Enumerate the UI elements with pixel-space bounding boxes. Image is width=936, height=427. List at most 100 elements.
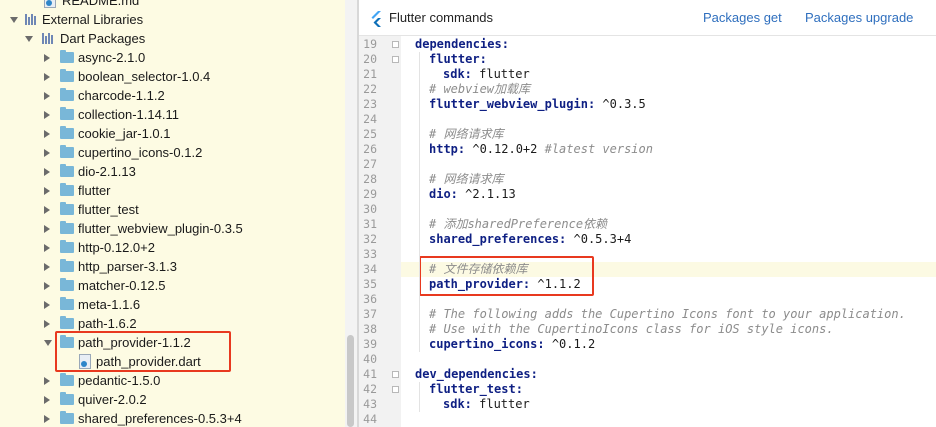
folder-icon — [60, 259, 74, 272]
yaml-value: ^0.1.2 — [544, 337, 596, 351]
code-line[interactable]: shared_preferences: ^0.5.3+4 — [401, 232, 936, 247]
tree-item-package-6[interactable]: cupertino_icons-0.1.2 — [0, 143, 345, 162]
code-line[interactable]: dependencies: — [401, 37, 936, 52]
expand-arrow-right-icon[interactable] — [44, 54, 50, 62]
code-line[interactable]: dev_dependencies: — [401, 367, 936, 382]
code-line[interactable] — [401, 352, 936, 367]
packages-upgrade-link[interactable]: Packages upgrade — [805, 10, 913, 25]
code-line[interactable]: # The following adds the Cupertino Icons… — [401, 307, 936, 322]
expand-arrow-right-icon[interactable] — [44, 263, 50, 271]
expand-arrow-right-icon[interactable] — [44, 130, 50, 138]
fold-toggle-icon[interactable] — [392, 386, 399, 393]
expand-arrow-right-icon[interactable] — [44, 225, 50, 233]
tree-item-package-7[interactable]: dio-2.1.13 — [0, 162, 345, 181]
folder-icon — [60, 50, 74, 63]
code-line[interactable] — [401, 202, 936, 217]
tree-item-package-20[interactable]: shared_preferences-0.5.3+4 — [0, 409, 345, 427]
code-line[interactable]: flutter: — [401, 52, 936, 67]
yaml-comment: # Use with the CupertinoIcons class for … — [429, 322, 834, 336]
tree-item-label: quiver-2.0.2 — [78, 392, 147, 407]
expand-arrow-right-icon[interactable] — [44, 149, 50, 157]
tree-item-readme[interactable]: README.md — [0, 0, 345, 10]
tree-item-label: flutter_webview_plugin-0.3.5 — [78, 221, 243, 236]
tree-item-package-5[interactable]: cookie_jar-1.0.1 — [0, 124, 345, 143]
tree-item-package-10[interactable]: flutter_webview_plugin-0.3.5 — [0, 219, 345, 238]
code-line[interactable]: sdk: flutter — [401, 67, 936, 82]
fold-toggle-icon[interactable] — [392, 371, 399, 378]
expand-arrow-right-icon[interactable] — [44, 73, 50, 81]
yaml-value: ^0.5.3+4 — [566, 232, 632, 246]
line-number: 39 — [363, 337, 377, 351]
folder-icon — [60, 126, 74, 139]
yaml-value: flutter — [471, 67, 530, 81]
tree-item-label: charcode-1.1.2 — [78, 88, 165, 103]
tree-item-dart-packages[interactable]: Dart Packages — [0, 29, 345, 48]
code-line[interactable]: # 网络请求库 — [401, 127, 936, 142]
tree-item-label: http-0.12.0+2 — [78, 240, 155, 255]
expand-arrow-down-icon[interactable] — [44, 340, 52, 346]
tree-item-package-11[interactable]: http-0.12.0+2 — [0, 238, 345, 257]
tree-item-label: README.md — [62, 0, 140, 8]
tree-item-package-8[interactable]: flutter — [0, 181, 345, 200]
expand-arrow-right-icon[interactable] — [44, 415, 50, 423]
code-line[interactable]: # Use with the CupertinoIcons class for … — [401, 322, 936, 337]
code-line[interactable]: cupertino_icons: ^0.1.2 — [401, 337, 936, 352]
code-line[interactable]: # 网络请求库 — [401, 172, 936, 187]
expand-arrow-right-icon[interactable] — [44, 244, 50, 252]
code-line[interactable]: flutter_webview_plugin: ^0.3.5 — [401, 97, 936, 112]
code-line[interactable] — [401, 412, 936, 427]
code-line[interactable] — [401, 112, 936, 127]
expand-arrow-right-icon[interactable] — [44, 320, 50, 328]
tree-item-label: flutter_test — [78, 202, 139, 217]
yaml-value: ^0.3.5 — [595, 97, 646, 111]
expand-arrow-right-icon[interactable] — [44, 377, 50, 385]
line-number: 28 — [363, 172, 377, 186]
expand-arrow-down-icon[interactable] — [10, 17, 18, 23]
folder-icon — [60, 278, 74, 291]
folder-icon — [60, 316, 74, 329]
tree-item-label: flutter — [78, 183, 111, 198]
tree-item-label: http_parser-3.1.3 — [78, 259, 178, 274]
expand-arrow-right-icon[interactable] — [44, 282, 50, 290]
packages-get-link[interactable]: Packages get — [703, 10, 782, 25]
yaml-value: ^2.1.13 — [457, 187, 516, 201]
expand-arrow-right-icon[interactable] — [44, 111, 50, 119]
code-line[interactable]: http: ^0.12.0+2 #latest version — [401, 142, 936, 157]
tree-item-package-1[interactable]: async-2.1.0 — [0, 48, 345, 67]
yaml-comment: # webview加载库 — [429, 82, 531, 96]
code-line[interactable]: # webview加载库 — [401, 82, 936, 97]
tree-item-package-19[interactable]: quiver-2.0.2 — [0, 390, 345, 409]
yaml-comment: # 添加sharedPreference依赖 — [429, 217, 608, 231]
code-line[interactable]: flutter_test: — [401, 382, 936, 397]
expand-arrow-right-icon[interactable] — [44, 168, 50, 176]
code-line[interactable]: # 添加sharedPreference依赖 — [401, 217, 936, 232]
expand-arrow-right-icon[interactable] — [44, 187, 50, 195]
code-line[interactable]: dio: ^2.1.13 — [401, 187, 936, 202]
folder-icon — [60, 145, 74, 158]
line-number: 25 — [363, 127, 377, 141]
tree-item-package-4[interactable]: collection-1.14.11 — [0, 105, 345, 124]
indent-guide — [419, 52, 420, 352]
fold-toggle-icon[interactable] — [392, 56, 399, 63]
yaml-key: http: — [429, 142, 466, 156]
tree-item-package-14[interactable]: meta-1.1.6 — [0, 295, 345, 314]
tree-item-external-libraries[interactable]: External Libraries — [0, 10, 345, 29]
tree-item-package-13[interactable]: matcher-0.12.5 — [0, 276, 345, 295]
folder-icon — [60, 373, 74, 386]
tree-item-package-18[interactable]: pedantic-1.5.0 — [0, 371, 345, 390]
expand-arrow-right-icon[interactable] — [44, 206, 50, 214]
expand-arrow-down-icon[interactable] — [25, 36, 33, 42]
tree-item-package-9[interactable]: flutter_test — [0, 200, 345, 219]
line-number: 19 — [363, 37, 377, 51]
expand-arrow-right-icon[interactable] — [44, 396, 50, 404]
code-line[interactable] — [401, 157, 936, 172]
fold-toggle-icon[interactable] — [392, 41, 399, 48]
expand-arrow-right-icon[interactable] — [44, 301, 50, 309]
expand-arrow-right-icon[interactable] — [44, 92, 50, 100]
tree-item-package-12[interactable]: http_parser-3.1.3 — [0, 257, 345, 276]
tree-item-package-3[interactable]: charcode-1.1.2 — [0, 86, 345, 105]
tree-item-package-2[interactable]: boolean_selector-1.0.4 — [0, 67, 345, 86]
tree-scrollbar-thumb[interactable] — [347, 335, 354, 427]
line-number: 40 — [363, 352, 377, 366]
code-line[interactable]: sdk: flutter — [401, 397, 936, 412]
